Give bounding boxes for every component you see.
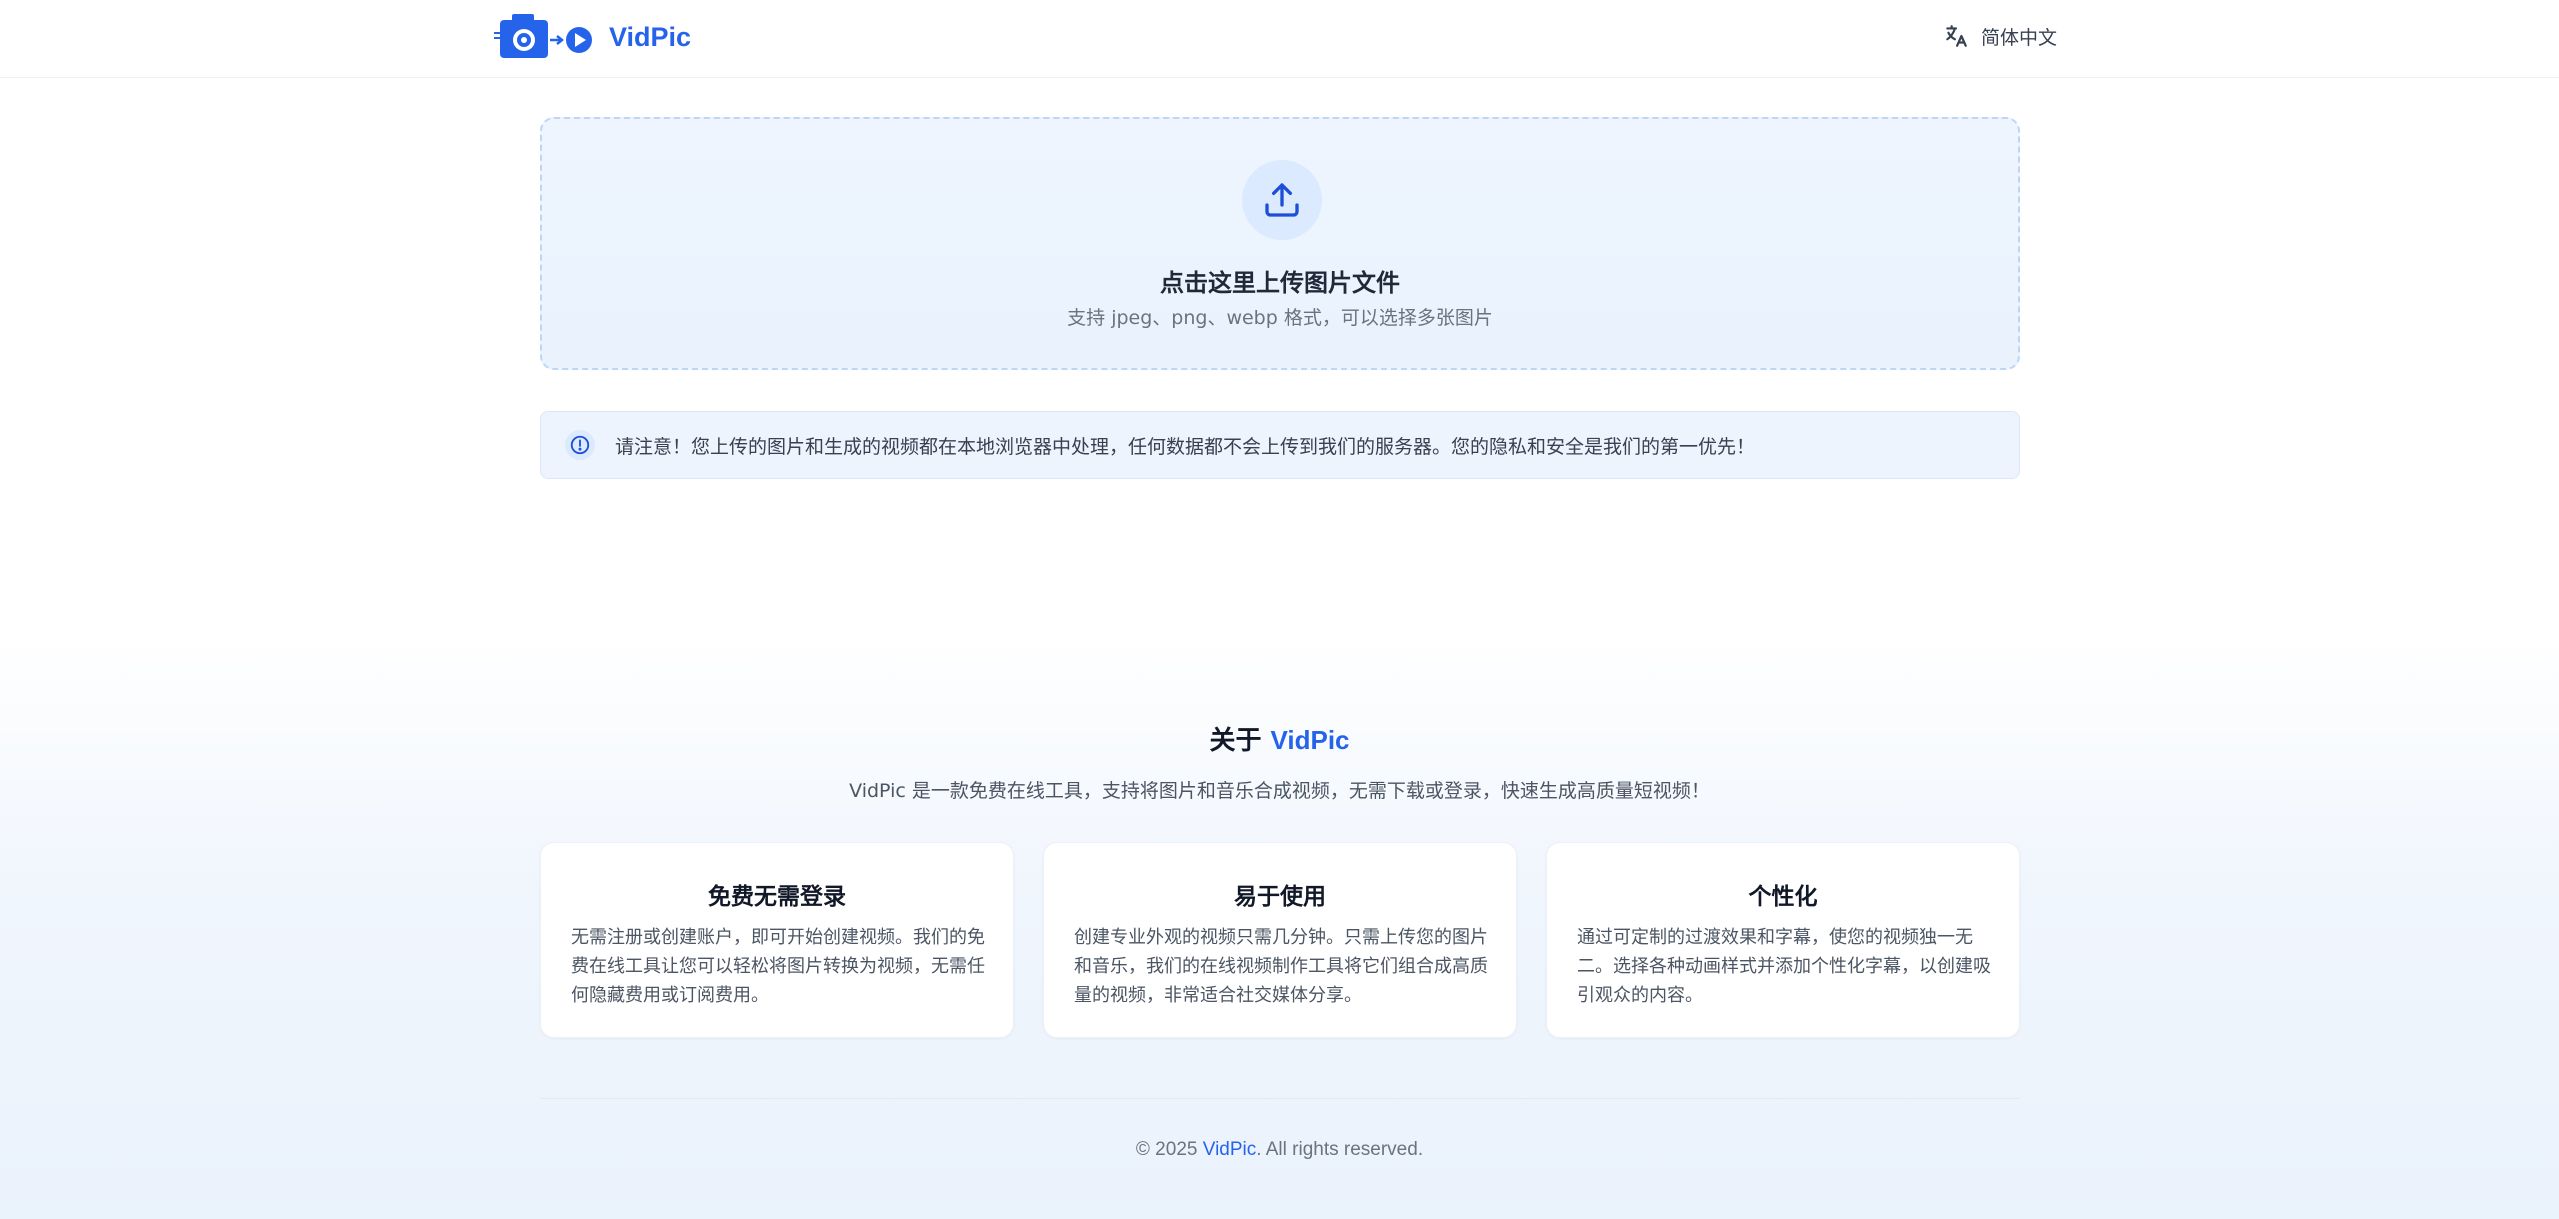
footer-divider [540, 1098, 2020, 1099]
feature-title: 免费无需登录 [708, 884, 846, 910]
feature-card-free: 免费无需登录 无需注册或创建账户，即可开始创建视频。我们的免 费在线工具让您可以… [540, 842, 1014, 1038]
about-heading: 关于 VidPic [0, 720, 2559, 757]
language-label: 简体中文 [1981, 26, 2058, 49]
feature-line: 引观众的内容。 [1577, 985, 1703, 1006]
about-description: VidPic 是一款免费在线工具，支持将图片和音乐合成视频，无需下载或登录，快速… [849, 780, 1710, 802]
image-upload-dropzone[interactable]: 点击这里上传图片文件 支持 jpeg、png、webp 格式，可以选择多张图片 [540, 117, 2020, 370]
brand-name[interactable]: VidPic [609, 20, 691, 54]
feature-card-personalize: 个性化 通过可定制的过渡效果和字幕，使您的视频独一无 二。选择各种动画样式并添加… [1546, 842, 2020, 1038]
upload-icon-container [1242, 160, 1322, 240]
feature-card-easy: 易于使用 创建专业外观的视频只需几分钟。只需上传您的图片 和音乐，我们的在线视频… [1043, 842, 1517, 1038]
language-switcher[interactable]: 简体中文 [1943, 20, 2057, 52]
feature-line: 无需注册或创建账户，即可开始创建视频。我们的免 [571, 927, 985, 948]
feature-description: 无需注册或创建账户，即可开始创建视频。我们的免 费在线工具让您可以轻松将图片转换… [571, 923, 985, 1010]
footer: © 2025 VidPic. All rights reserved. [0, 1139, 2559, 1161]
feature-line: 和音乐，我们的在线视频制作工具将它们组合成高质 [1074, 956, 1488, 977]
upload-subtitle: 支持 jpeg、png、webp 格式，可以选择多张图片 [1067, 307, 1493, 329]
feature-line: 创建专业外观的视频只需几分钟。只需上传您的图片 [1074, 927, 1488, 948]
about-heading-brand: VidPic [1270, 725, 1350, 755]
feature-line: 何隐藏费用或订阅费用。 [571, 985, 769, 1006]
feature-title: 个性化 [1748, 884, 1818, 910]
feature-description: 创建专业外观的视频只需几分钟。只需上传您的图片 和音乐，我们的在线视频制作工具将… [1074, 923, 1488, 1010]
about-heading-prefix: 关于 [1209, 726, 1271, 756]
upload-title: 点击这里上传图片文件 [1160, 269, 1400, 297]
feature-line: 量的视频，非常适合社交媒体分享。 [1074, 985, 1362, 1006]
upload-icon [1265, 183, 1299, 217]
notice-text: 请注意！您上传的图片和生成的视频都在本地浏览器中处理，任何数据都不会上传到我们的… [615, 435, 1756, 458]
feature-description: 通过可定制的过渡效果和字幕，使您的视频独一无 二。选择各种动画样式并添加个性化字… [1577, 923, 1991, 1010]
footer-suffix: . All rights reserved. [1256, 1139, 1424, 1160]
feature-line: 费在线工具让您可以轻松将图片转换为视频，无需任 [571, 956, 985, 977]
site-header: VidPic 简体中文 [0, 0, 2559, 78]
privacy-notice: 请注意！您上传的图片和生成的视频都在本地浏览器中处理，任何数据都不会上传到我们的… [540, 411, 2020, 479]
logo[interactable] [494, 14, 594, 60]
footer-prefix: © 2025 [1135, 1139, 1203, 1160]
translate-icon [1946, 25, 1967, 47]
camera-to-play-icon [494, 14, 592, 58]
feature-line: 二。选择各种动画样式并添加个性化字幕，以创建吸 [1577, 956, 1991, 977]
info-circle-icon [565, 430, 595, 460]
feature-title: 易于使用 [1234, 884, 1326, 910]
footer-brand-link[interactable]: VidPic [1203, 1139, 1257, 1160]
feature-line: 通过可定制的过渡效果和字幕，使您的视频独一无 [1577, 927, 1973, 948]
